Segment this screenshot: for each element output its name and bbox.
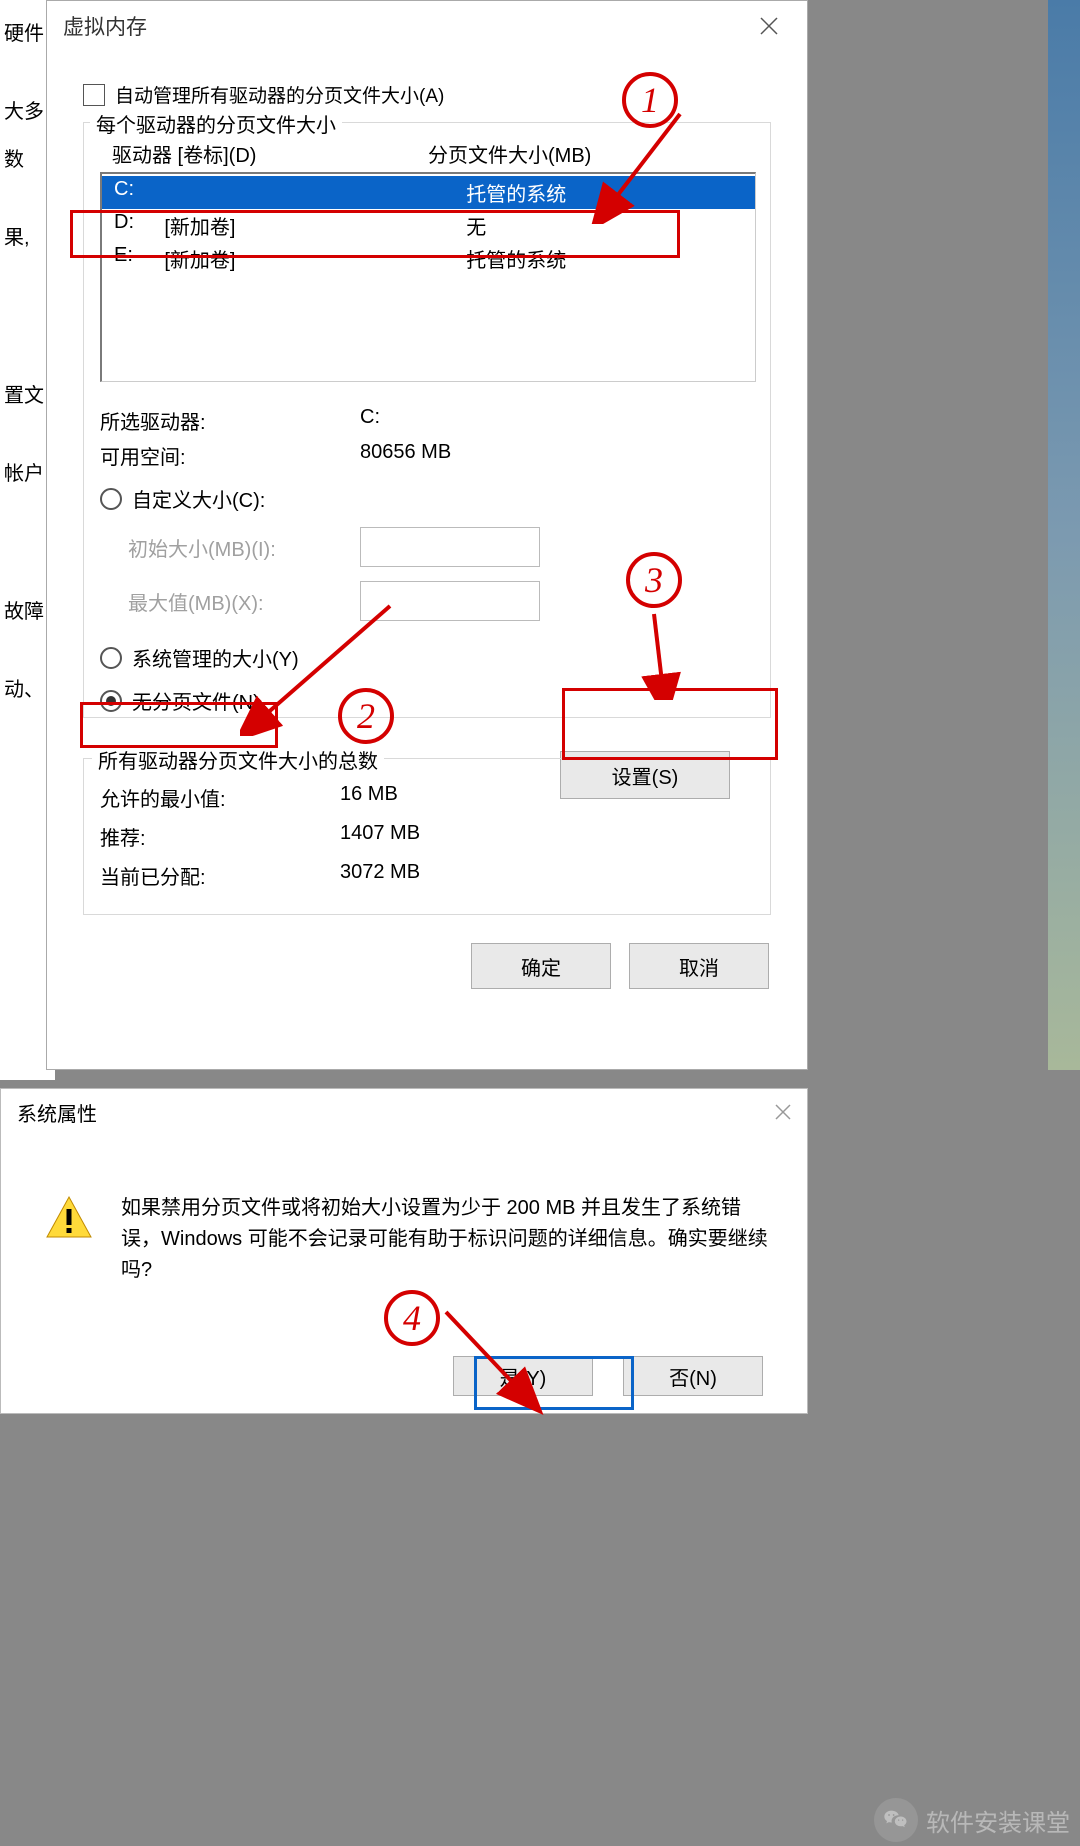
wechat-icon <box>874 1798 918 1842</box>
annotation-4: 4 <box>384 1290 440 1346</box>
system-managed-radio[interactable]: 系统管理的大小(Y) <box>100 643 756 672</box>
annotation-box-2 <box>80 702 278 748</box>
recommended-value: 1407 MB <box>340 822 420 851</box>
no-button[interactable]: 否(N) <box>623 1356 763 1396</box>
bg-text: 动、 <box>4 666 51 714</box>
confirm-buttons: 是(Y) 否(N) <box>1 1339 807 1413</box>
col-drive-label: 驱动器 [卷标](D) <box>112 139 428 168</box>
recommended-label: 推荐: <box>100 822 340 851</box>
col-size-label: 分页文件大小(MB) <box>428 139 744 168</box>
custom-size-label: 自定义大小(C): <box>132 484 265 513</box>
annotation-box-4 <box>474 1356 634 1410</box>
drive-name: C: <box>114 178 164 207</box>
current-label: 当前已分配: <box>100 861 340 890</box>
titlebar: 虚拟内存 <box>47 1 807 51</box>
selected-drive-row: 所选驱动器: C: <box>100 406 756 435</box>
checkbox-icon <box>83 84 105 106</box>
close-button[interactable] <box>747 4 791 48</box>
confirm-text: 如果禁用分页文件或将初始大小设置为少于 200 MB 并且发生了系统错误，Win… <box>121 1193 771 1286</box>
bg-text: 果, <box>4 214 51 262</box>
custom-size-radio[interactable]: 自定义大小(C): <box>100 484 756 513</box>
bg-text: 大多数 <box>4 88 51 184</box>
watermark-text: 软件安装课堂 <box>926 1803 1070 1838</box>
min-label: 允许的最小值: <box>100 783 340 812</box>
drive-label <box>164 178 466 207</box>
per-drive-label: 每个驱动器的分页文件大小 <box>90 109 342 138</box>
totals-group: 所有驱动器分页文件大小的总数 允许的最小值:16 MB 推荐:1407 MB 当… <box>83 758 771 915</box>
watermark: 软件安装课堂 <box>874 1798 1070 1842</box>
ok-button[interactable]: 确定 <box>471 943 611 989</box>
confirm-titlebar: 系统属性 <box>1 1089 807 1137</box>
drive-row-c[interactable]: C: 托管的系统 <box>102 176 755 209</box>
desktop-wallpaper-strip <box>1048 0 1080 1070</box>
drive-size: 托管的系统 <box>466 178 743 207</box>
close-icon <box>760 17 778 35</box>
annotation-3: 3 <box>626 552 682 608</box>
dialog-title: 虚拟内存 <box>63 11 147 41</box>
bg-text: 硬件 <box>4 10 51 58</box>
bg-text: 置文 <box>4 372 51 420</box>
min-value: 16 MB <box>340 783 398 812</box>
drive-list[interactable]: C: 托管的系统 D: [新加卷] 无 E: [新加卷] 托管的系统 <box>100 172 756 382</box>
confirm-title: 系统属性 <box>17 1098 97 1127</box>
radio-icon <box>100 647 122 669</box>
auto-manage-label: 自动管理所有驱动器的分页文件大小(A) <box>115 81 444 108</box>
radio-icon <box>100 488 122 510</box>
system-properties-warning-dialog: 系统属性 如果禁用分页文件或将初始大小设置为少于 200 MB 并且发生了系统错… <box>0 1088 808 1414</box>
free-space-value: 80656 MB <box>360 441 451 470</box>
selected-drive-label: 所选驱动器: <box>100 406 360 435</box>
totals-label: 所有驱动器分页文件大小的总数 <box>92 745 384 774</box>
bg-text: 故障 <box>4 588 51 636</box>
max-size-input[interactable] <box>360 581 540 621</box>
annotation-2: 2 <box>338 688 394 744</box>
annotation-1: 1 <box>622 72 678 128</box>
free-space-label: 可用空间: <box>100 441 360 470</box>
virtual-memory-dialog: 虚拟内存 自动管理所有驱动器的分页文件大小(A) 每个驱动器的分页文件大小 驱动… <box>46 0 808 1070</box>
max-size-label: 最大值(MB)(X): <box>100 587 340 616</box>
cancel-button[interactable]: 取消 <box>629 943 769 989</box>
warning-icon <box>45 1193 93 1241</box>
free-space-row: 可用空间: 80656 MB <box>100 441 756 470</box>
annotation-box-1 <box>70 210 680 258</box>
initial-size-label: 初始大小(MB)(I): <box>100 533 340 562</box>
initial-size-input[interactable] <box>360 527 540 567</box>
close-icon[interactable] <box>775 1099 791 1127</box>
bg-text: 帐户 <box>4 450 51 498</box>
annotation-box-3 <box>562 688 778 760</box>
current-value: 3072 MB <box>340 861 420 890</box>
drive-list-header: 驱动器 [卷标](D) 分页文件大小(MB) <box>100 137 756 170</box>
dialog-buttons: 确定 取消 <box>83 943 771 989</box>
system-managed-label: 系统管理的大小(Y) <box>132 643 299 672</box>
selected-drive-value: C: <box>360 406 380 435</box>
